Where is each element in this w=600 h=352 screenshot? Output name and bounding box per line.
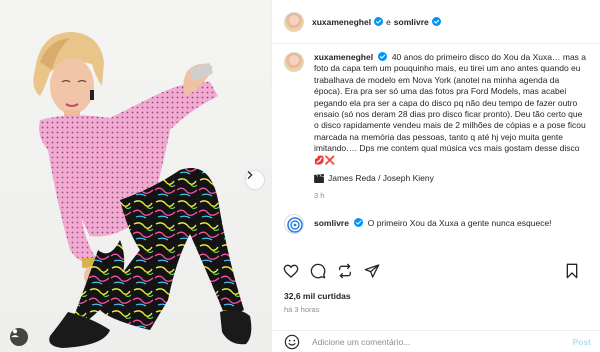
post-details-panel: xuxameneghel e somlivre xuxameneghel 40 …	[271, 0, 600, 352]
verified-badge-icon	[431, 17, 441, 26]
emoji-button[interactable]	[284, 334, 300, 350]
collab-username[interactable]: somlivre	[394, 17, 429, 27]
comment-button[interactable]	[310, 263, 326, 279]
post-actions-bar	[272, 258, 600, 284]
verified-badge-icon	[374, 17, 384, 26]
emoji-icon	[284, 334, 300, 349]
verified-badge-icon	[354, 218, 364, 228]
post-photo[interactable]	[0, 0, 271, 352]
share-button[interactable]	[364, 263, 380, 279]
comment-icon	[310, 263, 326, 279]
bookmark-icon	[566, 263, 578, 279]
verified-badge-icon	[378, 52, 388, 61]
collab-conjunction: e	[386, 16, 391, 27]
like-button[interactable]	[283, 263, 299, 279]
post-timestamp: há 3 horas	[284, 305, 320, 314]
comment-avatar[interactable]	[284, 213, 304, 234]
caption-avatar[interactable]	[284, 52, 304, 72]
caption-username[interactable]: xuxameneghel	[314, 52, 373, 62]
post-comment-button[interactable]: Post	[573, 337, 591, 347]
user-tag-icon	[11, 329, 19, 338]
author-avatar[interactable]	[284, 11, 304, 32]
save-button[interactable]	[564, 263, 580, 279]
audio-credits[interactable]: James Reda / Joseph Kieny	[314, 173, 589, 184]
repost-button[interactable]	[337, 263, 353, 279]
credits-text: James Reda / Joseph Kieny	[328, 173, 434, 184]
chevron-right-icon	[247, 171, 253, 179]
caption-body: xuxameneghel 40 anos do primeiro disco d…	[314, 52, 589, 202]
share-icon	[364, 264, 380, 278]
caption: xuxameneghel 40 anos do primeiro disco d…	[272, 44, 600, 202]
tagged-users-button[interactable]	[10, 328, 28, 346]
repost-icon	[339, 263, 351, 279]
heart-icon	[283, 264, 299, 278]
comment-body: somlivre O primeiro Xou da Xuxa a gente …	[314, 218, 589, 229]
instagram-post-view: xuxameneghel e somlivre xuxameneghel 40 …	[0, 0, 600, 352]
comment-item: somlivre O primeiro Xou da Xuxa a gente …	[272, 202, 600, 234]
next-photo-button[interactable]	[246, 171, 264, 189]
collab-authors: xuxameneghel e somlivre	[312, 17, 441, 27]
author-username[interactable]: xuxameneghel	[312, 17, 371, 27]
post-image-illustration	[33, 32, 252, 348]
post-header: xuxameneghel e somlivre	[272, 0, 600, 44]
likes-count[interactable]: 32,6 mil curtidas	[284, 291, 351, 301]
comment-username[interactable]: somlivre	[314, 218, 349, 228]
add-comment-bar: Post	[272, 330, 600, 352]
caption-text: 40 anos do primeiro disco do Xou da Xuxa…	[314, 52, 587, 165]
comment-text: O primeiro Xou da Xuxa a gente nunca esq…	[367, 218, 552, 229]
clapperboard-icon	[314, 174, 324, 184]
caption-timestamp: 3 h	[314, 191, 325, 201]
somlivre-logo-icon	[287, 217, 303, 233]
comment-input[interactable]	[312, 336, 532, 347]
comments-section[interactable]: xuxameneghel 40 anos do primeiro disco d…	[272, 44, 600, 256]
